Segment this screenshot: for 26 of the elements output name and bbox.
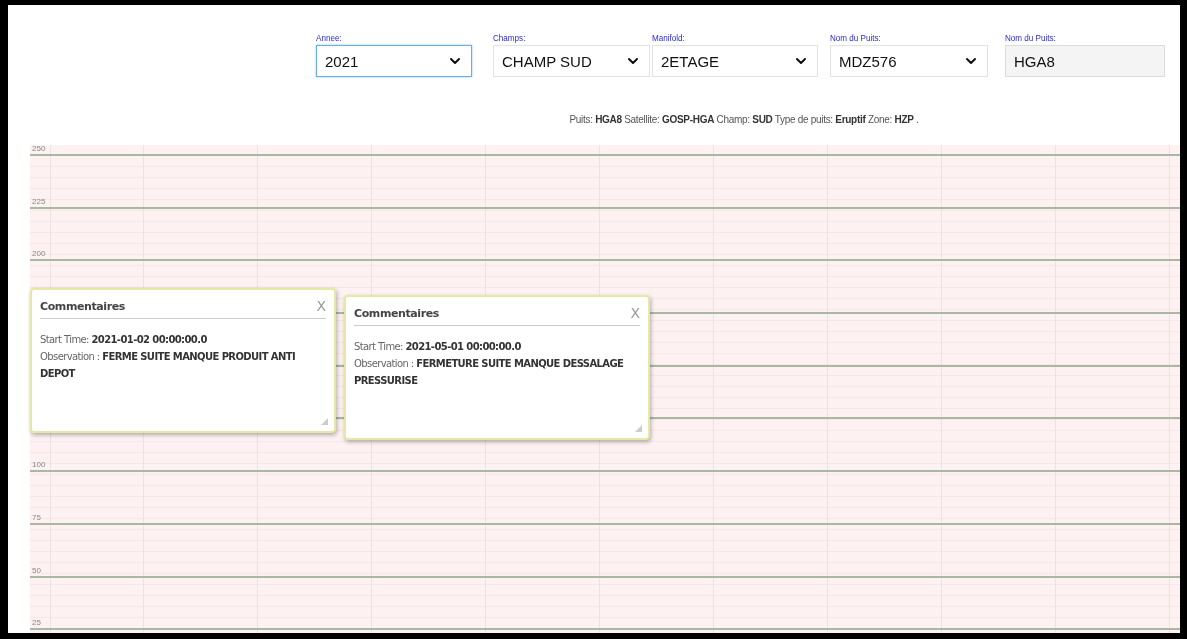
axis-label: 200: [31, 249, 46, 260]
axis-label: 100: [31, 460, 46, 471]
start-time: Start Time: 2021-05-01 00:00:00.0: [354, 340, 522, 354]
input-field[interactable]: HGA8: [1005, 45, 1165, 77]
observation: Observation : FERMETURE SUITE MANQUE DESSALAGE PRESSURISE: [354, 357, 625, 388]
axis-label: 75: [31, 512, 41, 523]
popup-title: Commentaires: [354, 306, 439, 320]
field-label: Manifold:: [652, 32, 686, 45]
axis-label: 250: [31, 144, 46, 154]
resize-grip-icon[interactable]: [321, 418, 328, 425]
select-field[interactable]: 2021: [316, 45, 472, 77]
observation: Observation : FERME SUITE MANQUE PRODUIT ANTI DEPOT: [40, 350, 297, 381]
axis-label: 50: [31, 565, 41, 576]
axis-label: 225: [31, 196, 46, 207]
field-label: Annee:: [316, 32, 343, 45]
field-label: Nom du Puits:: [830, 32, 882, 45]
field-label: Nom du Puits:: [1005, 32, 1057, 45]
select-field[interactable]: 2ETAGE: [652, 45, 818, 77]
resize-grip-icon[interactable]: [635, 425, 642, 432]
field-label: Champs:: [493, 32, 527, 45]
axis-label: 25: [31, 618, 41, 629]
select-field[interactable]: CHAMP SUD: [493, 45, 650, 77]
popup-title: Commentaires: [40, 299, 125, 313]
well-info: Puits: HGA8 Satellite: GOSP-HGA Champ: SUD Type de puits: Eruptif Zone: HZP .: [569, 113, 919, 125]
select-field[interactable]: MDZ576: [830, 45, 988, 77]
start-time: Start Time: 2021-01-02 00:00:00.0: [40, 333, 208, 347]
